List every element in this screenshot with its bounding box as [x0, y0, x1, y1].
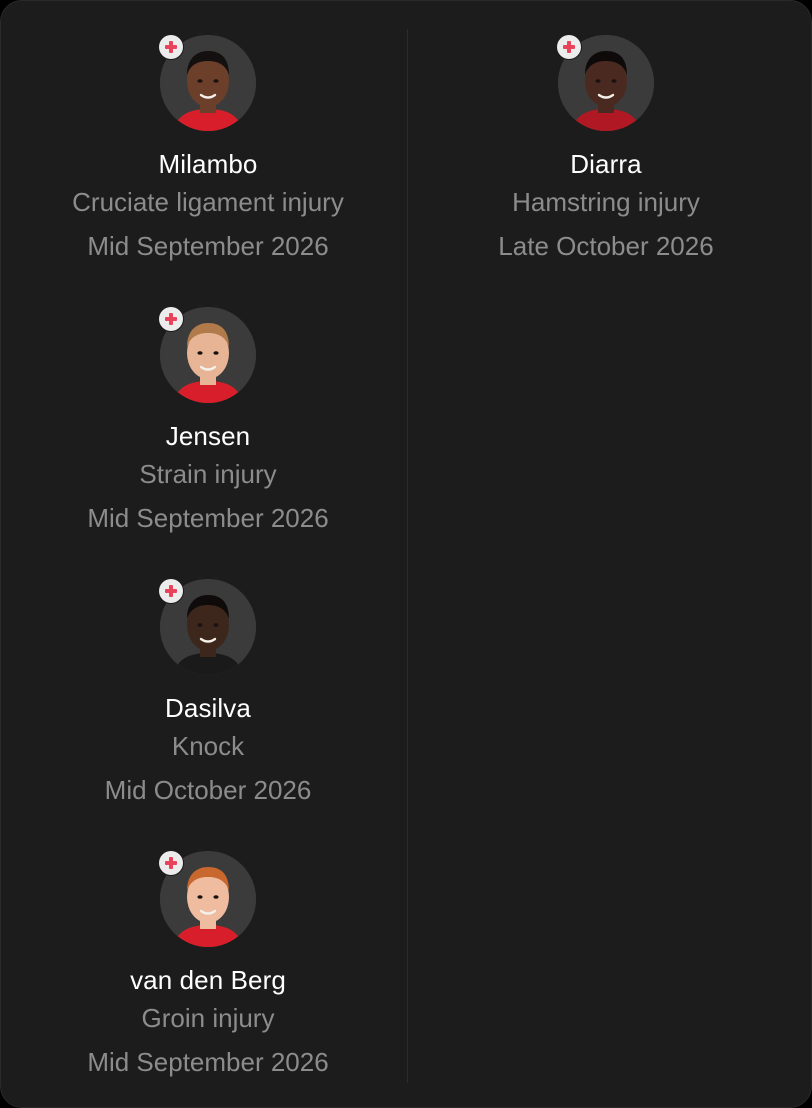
injury-type: Hamstring injury	[512, 187, 700, 217]
player-card[interactable]: Milambo Cruciate ligament injury Mid Sep…	[7, 35, 409, 307]
expected-return: Mid September 2026	[87, 231, 329, 261]
player-card[interactable]: van den Berg Groin injury Mid September …	[7, 851, 409, 1107]
player-card[interactable]: Dasilva Knock Mid October 2026	[7, 579, 409, 851]
medical-cross-icon	[159, 35, 183, 59]
player-name: Milambo	[158, 149, 258, 179]
player-name: Jensen	[165, 421, 251, 451]
player-name: van den Berg	[130, 965, 286, 995]
avatar-wrap	[159, 35, 256, 131]
injuries-panel: Milambo Cruciate ligament injury Mid Sep…	[0, 0, 812, 1108]
expected-return: Mid September 2026	[87, 503, 329, 533]
player-card[interactable]: Diarra Hamstring injury Late October 202…	[407, 35, 805, 307]
injury-type: Groin injury	[141, 1003, 275, 1033]
avatar-wrap	[159, 307, 256, 403]
injury-type: Cruciate ligament injury	[72, 187, 344, 217]
medical-cross-icon	[159, 851, 183, 875]
player-name: Diarra	[570, 149, 642, 179]
medical-cross-icon	[159, 307, 183, 331]
medical-cross-icon	[557, 35, 581, 59]
right-column: Diarra Hamstring injury Late October 202…	[407, 35, 805, 307]
player-name: Dasilva	[165, 693, 251, 723]
avatar-wrap	[159, 579, 256, 675]
player-card[interactable]: Jensen Strain injury Mid September 2026	[7, 307, 409, 579]
injury-type: Knock	[171, 731, 245, 761]
injury-type: Strain injury	[139, 459, 277, 489]
expected-return: Mid October 2026	[104, 775, 312, 805]
medical-cross-icon	[159, 579, 183, 603]
left-column: Milambo Cruciate ligament injury Mid Sep…	[7, 35, 409, 1107]
expected-return: Late October 2026	[498, 231, 714, 261]
expected-return: Mid September 2026	[87, 1047, 329, 1077]
avatar-wrap	[159, 851, 256, 947]
avatar-wrap	[557, 35, 654, 131]
